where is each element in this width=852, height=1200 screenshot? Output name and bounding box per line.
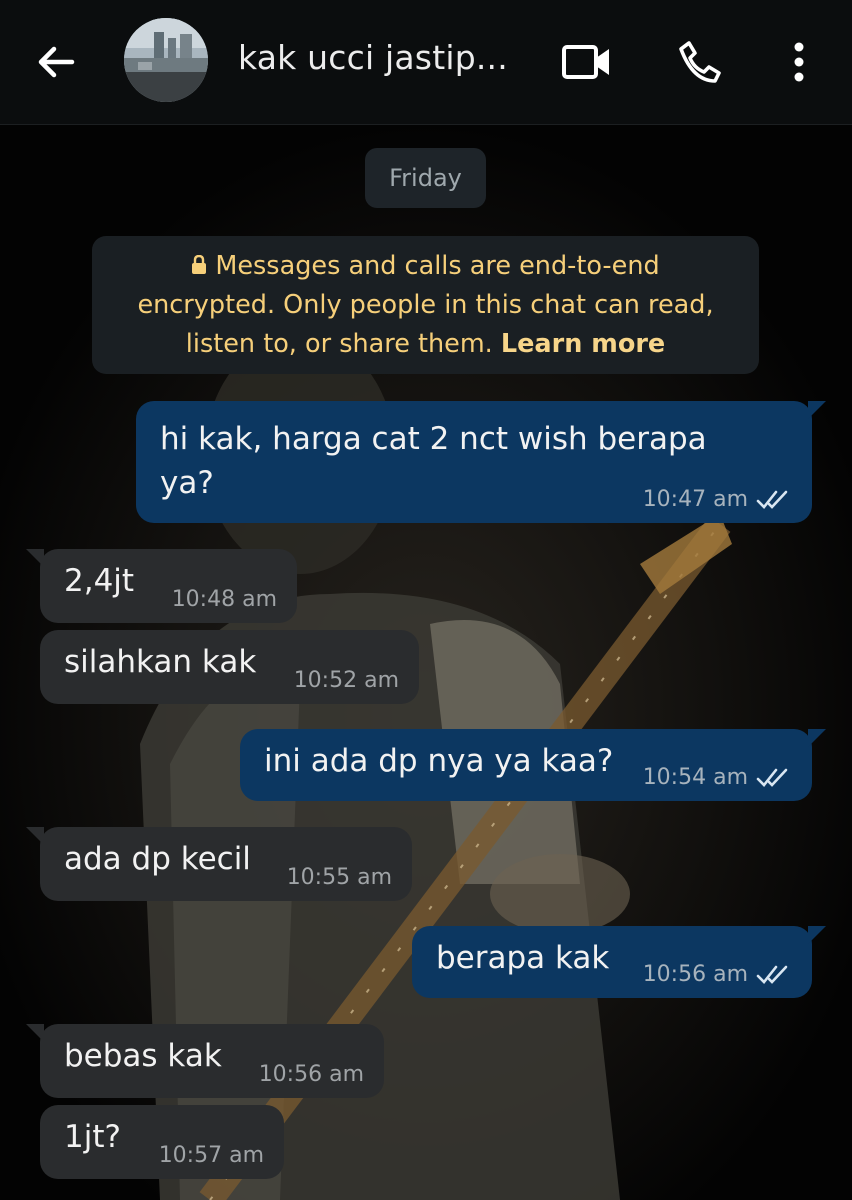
encryption-notice-line2: encrypted. Only people in this chat can … xyxy=(137,290,714,320)
message-time: 10:47 am xyxy=(642,487,748,512)
message-time: 10:48 am xyxy=(171,587,277,612)
encryption-notice-line1: Messages and calls are end-to-end xyxy=(215,251,660,281)
bubble-tail xyxy=(26,827,44,845)
message-text: hi kak, harga cat 2 nct wish berapa xyxy=(160,421,707,457)
video-call-icon xyxy=(562,45,609,79)
message-bubble-incoming[interactable]: 1jt? 10:57 am xyxy=(40,1105,284,1179)
message-time: 10:56 am xyxy=(258,1062,364,1087)
bubble-tail xyxy=(26,549,44,567)
back-button[interactable] xyxy=(30,36,82,88)
lock-icon xyxy=(191,248,207,274)
chat-screen: kak ucci jastip... Friday Messages and c… xyxy=(0,0,852,1200)
avatar-image xyxy=(124,18,208,102)
message-bubble-outgoing[interactable]: hi kak, harga cat 2 nct wish berapa ya? … xyxy=(136,401,826,523)
message-bubble-incoming[interactable]: 2,4jt 10:48 am xyxy=(26,549,297,623)
more-vert-icon xyxy=(794,42,804,82)
chat-header: kak ucci jastip... xyxy=(0,0,852,125)
message-bubble-incoming[interactable]: bebas kak 10:56 am xyxy=(26,1024,384,1098)
message-text: silahkan kak xyxy=(64,644,257,680)
message-text: ya? xyxy=(160,465,214,501)
double-check-read-icon xyxy=(756,768,788,787)
learn-more-link[interactable]: Learn more xyxy=(501,329,665,359)
message-bubble-outgoing[interactable]: ini ada dp nya ya kaa? 10:54 am xyxy=(240,729,826,801)
arrow-left-icon xyxy=(38,46,75,78)
message-text: ada dp kecil xyxy=(64,841,251,877)
bubble-tail xyxy=(808,729,826,747)
more-options-button[interactable] xyxy=(771,34,827,90)
avatar[interactable] xyxy=(124,18,208,102)
message-time: 10:54 am xyxy=(642,765,748,790)
bubble-tail xyxy=(808,401,826,419)
message-time: 10:57 am xyxy=(158,1143,264,1168)
message-text: bebas kak xyxy=(64,1038,222,1074)
double-check-read-icon xyxy=(756,490,788,509)
bubble-tail xyxy=(808,926,826,944)
contact-name[interactable]: kak ucci jastip... xyxy=(238,38,538,77)
video-call-button[interactable] xyxy=(559,34,615,90)
encryption-notice[interactable]: Messages and calls are end-to-end encryp… xyxy=(92,236,759,374)
date-separator: Friday xyxy=(365,148,486,208)
message-time: 10:55 am xyxy=(286,865,392,890)
message-text: 2,4jt xyxy=(64,563,135,599)
message-text: berapa kak xyxy=(436,940,610,976)
double-check-read-icon xyxy=(756,965,788,984)
encryption-notice-line3: listen to, or share them. xyxy=(185,329,501,359)
bubble-tail xyxy=(26,1024,44,1042)
message-text: ini ada dp nya ya kaa? xyxy=(264,743,614,779)
message-bubble-incoming[interactable]: ada dp kecil 10:55 am xyxy=(26,827,412,901)
message-bubble-incoming[interactable]: silahkan kak 10:52 am xyxy=(40,630,419,704)
message-bubble-outgoing[interactable]: berapa kak 10:56 am xyxy=(412,926,826,998)
message-time: 10:56 am xyxy=(642,962,748,987)
voice-call-button[interactable] xyxy=(672,34,728,90)
message-text: 1jt? xyxy=(64,1119,121,1155)
phone-icon xyxy=(679,41,721,83)
message-time: 10:52 am xyxy=(293,668,399,693)
